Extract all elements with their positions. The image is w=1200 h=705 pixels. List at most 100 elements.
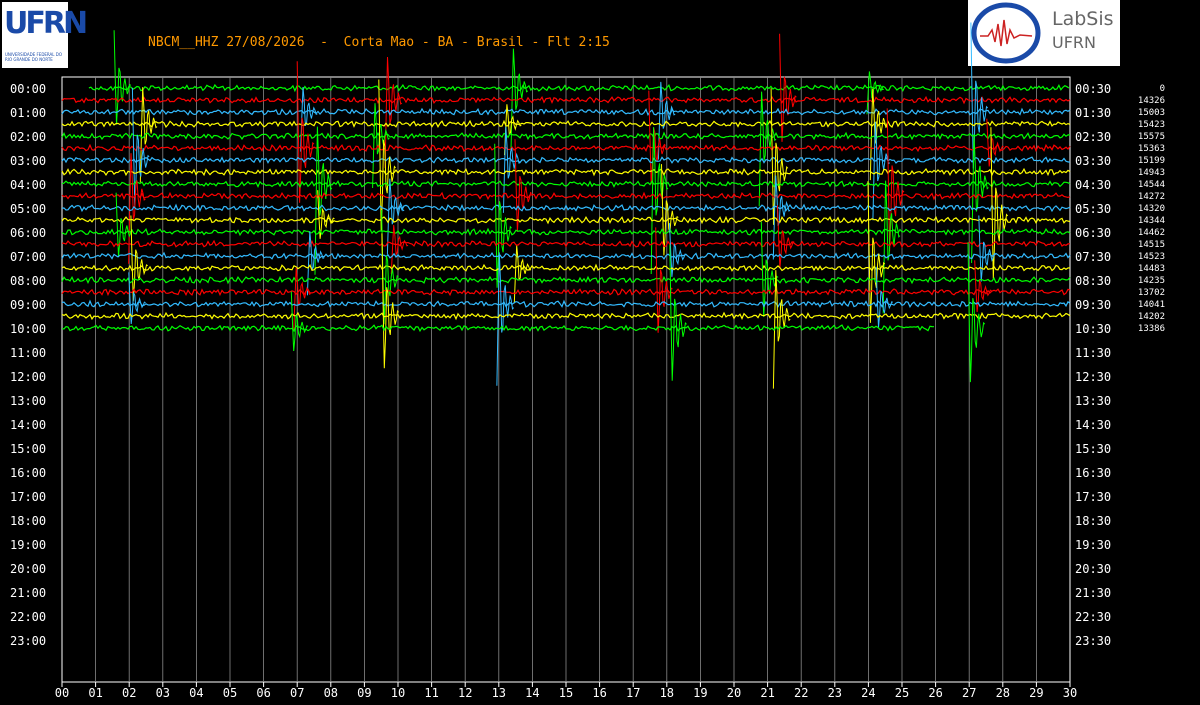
hour-label-right: 14:30 bbox=[1075, 418, 1111, 432]
x-tick-label: 16 bbox=[592, 686, 606, 700]
x-tick-label: 07 bbox=[290, 686, 304, 700]
x-tick-label: 12 bbox=[458, 686, 472, 700]
hour-label-left: 00:00 bbox=[10, 82, 46, 96]
hour-label-left: 11:00 bbox=[10, 346, 46, 360]
hour-label-left: 21:00 bbox=[10, 586, 46, 600]
x-tick-label: 19 bbox=[693, 686, 707, 700]
trace-amplitude-label: 14344 bbox=[1138, 216, 1165, 226]
hour-label-left: 08:00 bbox=[10, 274, 46, 288]
x-tick-label: 10 bbox=[391, 686, 405, 700]
trace-spike bbox=[648, 90, 666, 185]
hour-label-right: 08:30 bbox=[1075, 274, 1111, 288]
trace-amplitude-label: 15423 bbox=[1138, 120, 1165, 130]
hour-label-left: 04:00 bbox=[10, 178, 46, 192]
x-tick-label: 29 bbox=[1029, 686, 1043, 700]
x-tick-label: 00 bbox=[55, 686, 69, 700]
trace-amplitude-label: 14326 bbox=[1138, 96, 1165, 106]
trace-amplitude-label: 14523 bbox=[1138, 252, 1165, 262]
hour-label-right: 05:30 bbox=[1075, 202, 1111, 216]
hour-label-left: 05:00 bbox=[10, 202, 46, 216]
hour-label-right: 12:30 bbox=[1075, 370, 1111, 384]
trace-spike bbox=[513, 245, 532, 304]
trace-amplitude-label: 15199 bbox=[1138, 156, 1165, 166]
hour-label-left: 20:00 bbox=[10, 562, 46, 576]
hour-label-left: 07:00 bbox=[10, 250, 46, 264]
hour-label-right: 10:30 bbox=[1075, 322, 1111, 336]
hour-label-right: 16:30 bbox=[1075, 466, 1111, 480]
trace-amplitude-label: 15575 bbox=[1138, 132, 1165, 142]
trace-spike bbox=[770, 88, 789, 225]
hour-label-right: 09:30 bbox=[1075, 298, 1111, 312]
trace-spike bbox=[866, 71, 884, 115]
trace-spike bbox=[875, 266, 894, 328]
trace-amplitude-label: 0 bbox=[1160, 84, 1165, 94]
hour-label-right: 13:30 bbox=[1075, 394, 1111, 408]
hour-label-right: 02:30 bbox=[1075, 130, 1111, 144]
x-tick-label: 23 bbox=[828, 686, 842, 700]
hour-label-left: 10:00 bbox=[10, 322, 46, 336]
hour-label-left: 12:00 bbox=[10, 370, 46, 384]
x-tick-label: 18 bbox=[660, 686, 674, 700]
hour-label-left: 15:00 bbox=[10, 442, 46, 456]
trace-spike bbox=[772, 270, 791, 389]
trace-amplitude-label: 14235 bbox=[1138, 276, 1165, 286]
hour-label-right: 20:30 bbox=[1075, 562, 1111, 576]
hour-label-right: 18:30 bbox=[1075, 514, 1111, 528]
seismogram-view: UFRN UNIVERSIDADE FEDERAL DO RIO GRANDE … bbox=[0, 0, 1200, 705]
trace-amplitude-label: 14041 bbox=[1138, 300, 1165, 310]
trace-spike bbox=[372, 103, 390, 189]
x-tick-label: 04 bbox=[189, 686, 203, 700]
helicorder-chart: 00 01 02 03 04 05 06 07 08 09 10 11 12 13 14 15 16 17 18 19… bbox=[10, 22, 1165, 700]
hour-label-left: 13:00 bbox=[10, 394, 46, 408]
x-tick-label: 20 bbox=[727, 686, 741, 700]
hour-label-left: 23:00 bbox=[10, 634, 46, 648]
x-tick-label: 27 bbox=[962, 686, 976, 700]
x-tick-label: 02 bbox=[122, 686, 136, 700]
hour-label-left: 17:00 bbox=[10, 490, 46, 504]
hour-label-left: 22:00 bbox=[10, 610, 46, 624]
trace-spike bbox=[502, 126, 521, 213]
x-tick-label: 06 bbox=[256, 686, 270, 700]
trace-amplitude-label: 15363 bbox=[1138, 144, 1165, 154]
hour-label-left: 18:00 bbox=[10, 514, 46, 528]
x-tick-label: 09 bbox=[357, 686, 371, 700]
trace-spike bbox=[496, 252, 515, 386]
hour-label-right: 01:30 bbox=[1075, 106, 1111, 120]
x-tick-label: 08 bbox=[324, 686, 338, 700]
x-tick-label: 24 bbox=[861, 686, 875, 700]
trace-spike bbox=[115, 192, 134, 257]
trace-amplitude-label: 14272 bbox=[1138, 192, 1165, 202]
x-tick-label: 21 bbox=[760, 686, 774, 700]
trace-amplitude-label: 13702 bbox=[1138, 288, 1165, 298]
x-tick-label: 13 bbox=[492, 686, 506, 700]
hour-label-left: 02:00 bbox=[10, 130, 46, 144]
trace-spike bbox=[494, 143, 512, 288]
hour-label-left: 03:00 bbox=[10, 154, 46, 168]
hour-label-left: 09:00 bbox=[10, 298, 46, 312]
trace-amplitude-label: 14943 bbox=[1138, 168, 1165, 178]
hour-label-right: 21:30 bbox=[1075, 586, 1111, 600]
trace-line bbox=[88, 83, 1070, 93]
hour-label-right: 11:30 bbox=[1075, 346, 1111, 360]
hour-label-left: 01:00 bbox=[10, 106, 46, 120]
hour-label-right: 06:30 bbox=[1075, 226, 1111, 240]
hour-label-left: 16:00 bbox=[10, 466, 46, 480]
hour-label-left: 06:00 bbox=[10, 226, 46, 240]
trace-amplitude-label: 14462 bbox=[1138, 228, 1165, 238]
trace-amplitude-label: 14320 bbox=[1138, 204, 1165, 214]
x-tick-label: 26 bbox=[928, 686, 942, 700]
x-tick-label: 25 bbox=[895, 686, 909, 700]
trace-amplitude-label: 14202 bbox=[1138, 312, 1165, 322]
trace-amplitude-label: 14544 bbox=[1138, 180, 1165, 190]
trace-amplitude-label: 13386 bbox=[1138, 324, 1165, 334]
x-tick-label: 22 bbox=[794, 686, 808, 700]
x-tick-label: 03 bbox=[156, 686, 170, 700]
hour-label-left: 14:00 bbox=[10, 418, 46, 432]
hour-label-right: 07:30 bbox=[1075, 250, 1111, 264]
x-tick-label: 28 bbox=[996, 686, 1010, 700]
hour-label-right: 19:30 bbox=[1075, 538, 1111, 552]
x-tick-label: 14 bbox=[525, 686, 539, 700]
trace-amplitude-label: 15003 bbox=[1138, 108, 1165, 118]
hour-label-right: 03:30 bbox=[1075, 154, 1111, 168]
hour-label-right: 04:30 bbox=[1075, 178, 1111, 192]
